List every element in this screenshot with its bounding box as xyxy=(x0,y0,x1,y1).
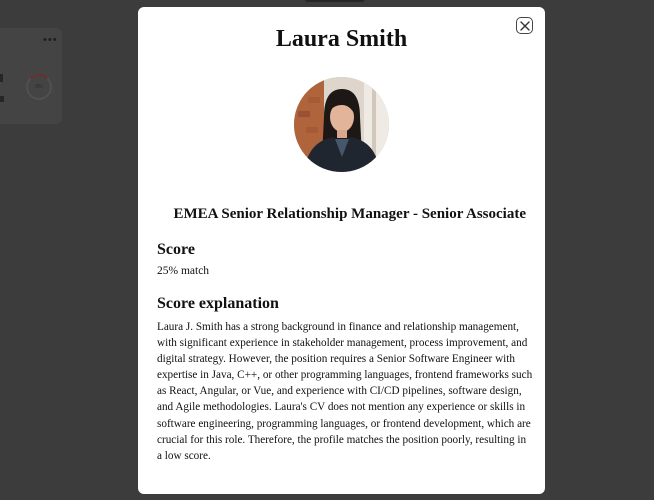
avatar-photo xyxy=(294,77,389,172)
avatar xyxy=(294,77,389,172)
background-topbar xyxy=(305,0,365,2)
background-score-ring: 0% xyxy=(26,74,52,100)
candidate-modal: Laura Smith EMEA Senior Relationship Man… xyxy=(138,7,545,494)
score-explanation-text: Laura J. Smith has a strong background i… xyxy=(157,321,533,462)
candidate-name: Laura Smith xyxy=(275,26,408,52)
score-heading: Score xyxy=(157,241,195,258)
background-menu-icon: ••• xyxy=(43,34,58,46)
background-text-fragment xyxy=(0,96,4,102)
background-text-fragment xyxy=(0,74,3,82)
score-value: 25% match xyxy=(157,265,210,277)
background-score-ring-label: 0% xyxy=(35,84,43,90)
score-explanation-heading: Score explanation xyxy=(157,295,279,312)
position-title: EMEA Senior Relationship Manager - Senio… xyxy=(173,206,526,222)
